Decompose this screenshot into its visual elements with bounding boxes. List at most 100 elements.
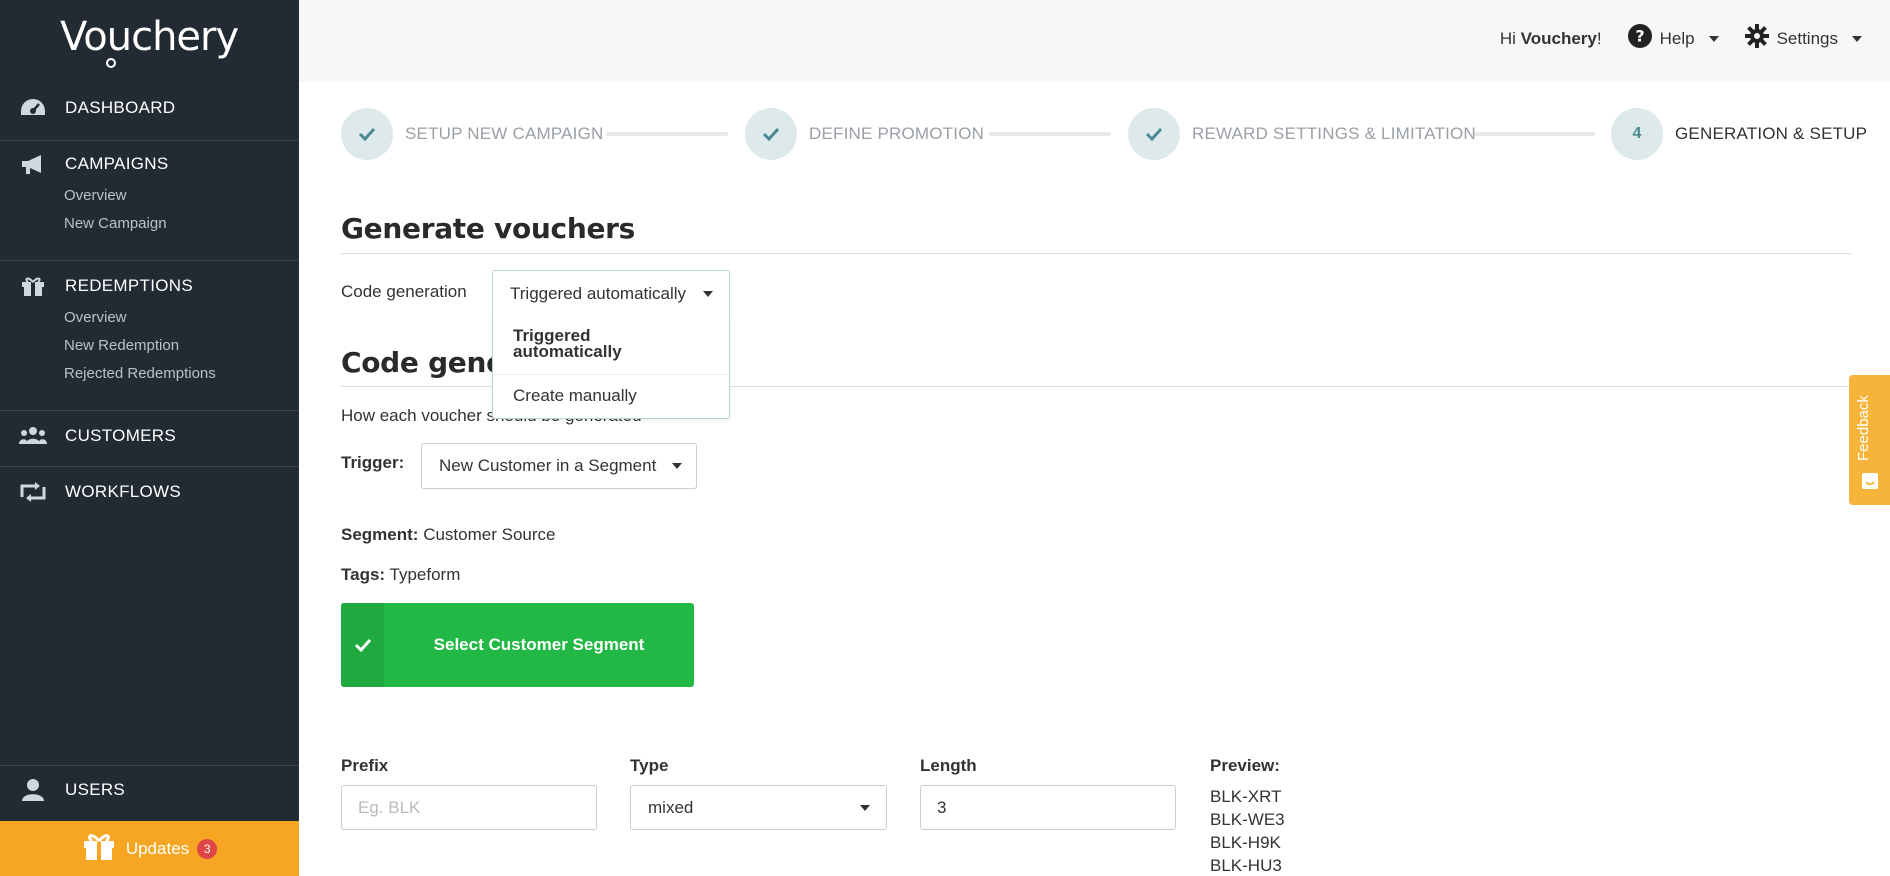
nav-customers-section: CUSTOMERS — [0, 418, 299, 454]
trigger-select[interactable]: New Customer in a Segment — [421, 443, 697, 489]
tags-info: Tags: Typeform — [341, 565, 460, 585]
gift-icon — [18, 274, 48, 298]
step-label: DEFINE PROMOTION — [809, 124, 985, 143]
check-icon — [341, 603, 384, 687]
nav-customers[interactable]: CUSTOMERS — [0, 418, 299, 454]
megaphone-icon — [18, 152, 48, 176]
topbar-right: Hi Vouchery! ? Help Settings — [1500, 24, 1862, 53]
nav-campaigns-new[interactable]: New Campaign — [0, 210, 299, 238]
divider — [0, 140, 299, 141]
nav-workflows[interactable]: WORKFLOWS — [0, 474, 299, 510]
wizard-steps: SETUP NEW CAMPAIGN DEFINE PROMOTION REWA… — [341, 108, 1867, 160]
topbar: Hi Vouchery! ? Help Settings — [299, 0, 1890, 82]
users-group-icon — [18, 424, 48, 448]
check-icon — [341, 108, 393, 160]
step-label: GENERATION & SETUP — [1675, 124, 1868, 143]
logo-text: Vouchery — [60, 14, 239, 60]
length-label: Length — [920, 756, 977, 775]
option-create-manually[interactable]: Create manually — [513, 386, 637, 406]
divider — [0, 765, 299, 766]
help-menu[interactable]: ? Help — [1627, 24, 1719, 53]
user-icon — [18, 778, 48, 802]
updates-label: Updates — [125, 838, 190, 858]
dropdown-divider — [493, 374, 729, 375]
type-value: mixed — [648, 797, 694, 817]
prefix-label: Prefix — [341, 756, 389, 775]
prefix-input[interactable]: Eg. BLK — [341, 785, 597, 830]
nav-redemptions[interactable]: REDEMPTIONS — [0, 268, 299, 304]
retweet-icon — [18, 480, 48, 504]
segment-label: Segment: — [341, 525, 419, 544]
nav-dashboard[interactable]: DASHBOARD — [0, 90, 299, 126]
section-title-generate: Generate vouchers — [341, 212, 636, 245]
tags-label: Tags: — [341, 565, 386, 584]
option-triggered-automatically[interactable]: Triggered automatically — [513, 327, 673, 360]
feedback-label: Feedback — [1855, 395, 1872, 461]
nav-campaigns-section: CAMPAIGNS Overview New Campaign — [0, 146, 299, 238]
greeting: Hi Vouchery! — [1500, 29, 1602, 49]
section-title-code-generation: Code gene — [341, 346, 505, 379]
divider — [0, 466, 299, 467]
type-label: Type — [630, 756, 669, 775]
step-number: 4 — [1611, 108, 1663, 160]
preview-code: BLK-XRT — [1210, 787, 1282, 806]
nav-redemptions-new[interactable]: New Redemption — [0, 332, 299, 360]
step-label: SETUP NEW CAMPAIGN — [405, 124, 604, 143]
vouchery-logo[interactable]: Vouchery — [60, 14, 239, 68]
code-generation-label: Code generation — [341, 282, 467, 301]
smile-icon — [1861, 472, 1879, 495]
settings-label: Settings — [1776, 28, 1838, 48]
preview-code: BLK-H9K — [1210, 833, 1281, 852]
settings-menu[interactable]: Settings — [1744, 24, 1862, 53]
tags-value: Typeform — [389, 565, 461, 584]
nav-campaigns[interactable]: CAMPAIGNS — [0, 146, 299, 182]
step-connector — [1473, 132, 1595, 136]
step-connector — [606, 132, 728, 136]
gift-icon — [82, 831, 116, 866]
check-icon — [745, 108, 797, 160]
sidebar: Vouchery DASHBOARD CAMPAIGNS Overview Ne… — [0, 0, 299, 876]
dashboard-icon — [18, 96, 48, 120]
preview-code: BLK-WE3 — [1210, 810, 1285, 829]
updates-count-badge: 3 — [197, 838, 218, 859]
trigger-label: Trigger: — [341, 453, 405, 472]
step-generation-setup[interactable]: 4 GENERATION & SETUP — [1611, 108, 1867, 160]
step-define-promotion[interactable]: DEFINE PROMOTION — [745, 108, 984, 160]
code-generation-value: Triggered automatically — [510, 283, 687, 303]
segment-info: Segment: Customer Source — [341, 525, 555, 545]
nav-users[interactable]: USERS — [0, 772, 299, 808]
greeting-prefix: Hi — [1499, 28, 1521, 48]
nav-dashboard-section: DASHBOARD — [0, 90, 299, 126]
check-icon — [1128, 108, 1180, 160]
code-generation-select[interactable]: Triggered automatically — [492, 270, 730, 317]
nav-redemptions-rejected[interactable]: Rejected Redemptions — [0, 360, 299, 388]
step-connector — [989, 132, 1111, 136]
section-divider — [341, 253, 1851, 254]
updates-button[interactable]: Updates 3 — [0, 821, 299, 876]
question-circle-icon: ? — [1627, 24, 1652, 53]
step-reward-settings[interactable]: REWARD SETTINGS & LIMITATION — [1128, 108, 1476, 160]
select-customer-segment-label: Select Customer Segment — [433, 635, 645, 654]
trigger-value: New Customer in a Segment — [439, 456, 657, 475]
nav-campaigns-overview[interactable]: Overview — [0, 182, 299, 210]
feedback-tab[interactable]: Feedback — [1849, 375, 1890, 505]
select-customer-segment-button[interactable]: Select Customer Segment — [341, 603, 694, 687]
code-generation-dropdown: Triggered automatically Create manually — [492, 316, 730, 419]
divider — [0, 260, 299, 261]
chevron-down-icon — [703, 290, 713, 297]
nav-redemptions-overview[interactable]: Overview — [0, 304, 299, 332]
length-input[interactable]: 3 — [920, 785, 1176, 830]
chevron-down-icon — [672, 463, 682, 469]
nav-workflows-section: WORKFLOWS — [0, 474, 299, 510]
chevron-down-icon — [1852, 35, 1862, 42]
greeting-suffix: ! — [1596, 28, 1602, 48]
type-select[interactable]: mixed — [630, 785, 887, 830]
preview-code: BLK-HU3 — [1210, 856, 1282, 875]
nav-users-label: USERS — [65, 780, 126, 799]
logo-ring — [106, 58, 116, 68]
svg-text:?: ? — [1635, 27, 1644, 46]
help-label: Help — [1659, 28, 1695, 48]
segment-value: Customer Source — [423, 525, 556, 544]
step-setup-campaign[interactable]: SETUP NEW CAMPAIGN — [341, 108, 604, 160]
gear-icon — [1744, 24, 1769, 53]
